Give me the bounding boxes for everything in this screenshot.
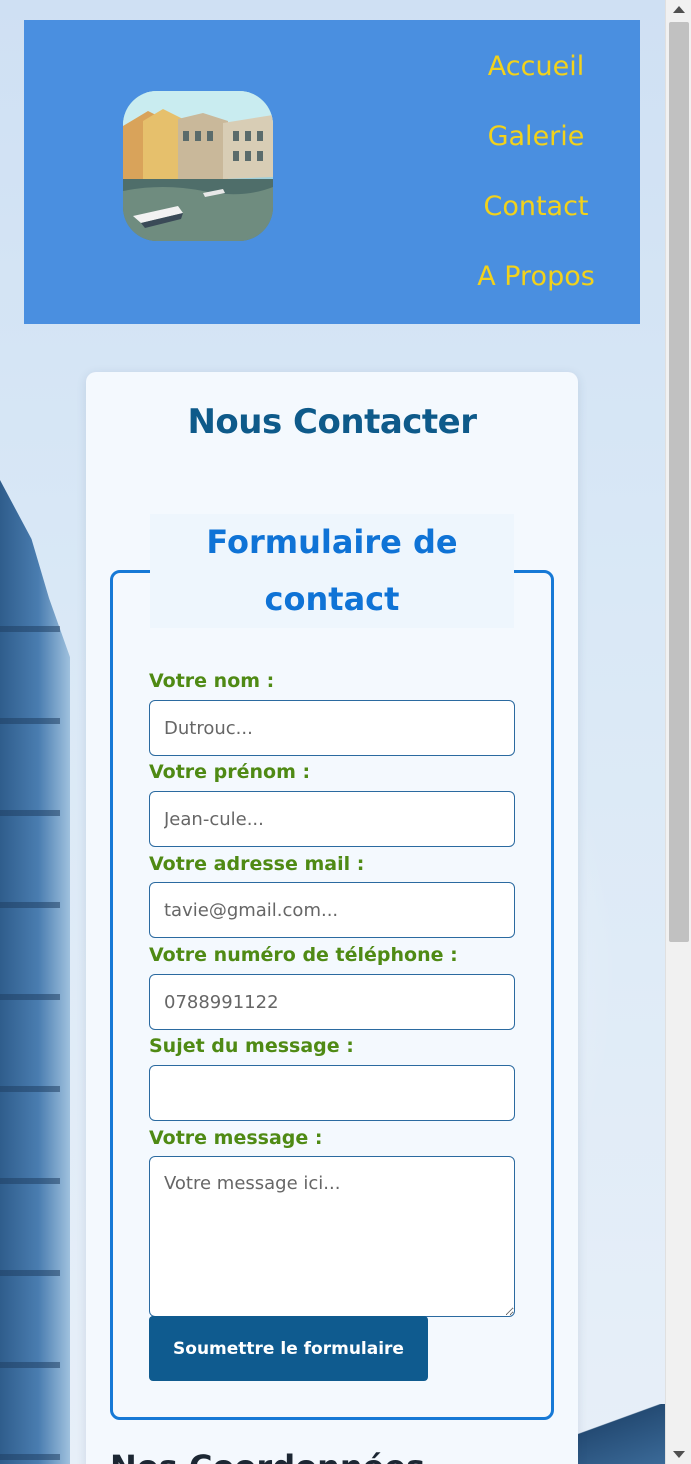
- nav-link-accueil[interactable]: Accueil: [488, 48, 584, 118]
- email-input[interactable]: [149, 882, 515, 938]
- last-name-input[interactable]: [149, 700, 515, 756]
- nav-link-galerie[interactable]: Galerie: [488, 118, 585, 188]
- site-header: Accueil Galerie Contact A Propos: [24, 20, 640, 324]
- message-textarea[interactable]: [149, 1156, 515, 1317]
- form-legend: Formulaire de contact: [150, 514, 514, 628]
- subject-label: Sujet du message :: [149, 1035, 354, 1057]
- main-nav: Accueil Galerie Contact A Propos: [456, 48, 616, 328]
- coordinates-heading: Nos Coordonnées: [110, 1448, 554, 1464]
- scroll-down-icon[interactable]: [673, 1451, 685, 1458]
- page-scrollbar[interactable]: [665, 0, 691, 1464]
- scroll-thumb[interactable]: [669, 22, 689, 942]
- scroll-up-icon[interactable]: [673, 6, 685, 13]
- phone-label: Votre numéro de téléphone :: [149, 944, 458, 966]
- last-name-label: Votre nom :: [149, 670, 275, 692]
- message-label: Votre message :: [149, 1127, 323, 1149]
- nav-link-contact[interactable]: Contact: [483, 188, 588, 258]
- first-name-input[interactable]: [149, 791, 515, 847]
- contact-card: Nous Contacter Formulaire de contact Vot…: [86, 372, 578, 1464]
- nav-link-a-propos[interactable]: A Propos: [477, 258, 595, 328]
- phone-input[interactable]: [149, 974, 515, 1030]
- logo-canal-image[interactable]: [123, 91, 273, 241]
- canal-town-image: [123, 91, 273, 241]
- submit-button[interactable]: Soumettre le formulaire: [149, 1316, 428, 1381]
- page-title: Nous Contacter: [187, 402, 477, 442]
- background-building-floors: [0, 540, 60, 1464]
- email-label: Votre adresse mail :: [149, 853, 365, 875]
- subject-input[interactable]: [149, 1065, 515, 1121]
- first-name-label: Votre prénom :: [149, 761, 311, 783]
